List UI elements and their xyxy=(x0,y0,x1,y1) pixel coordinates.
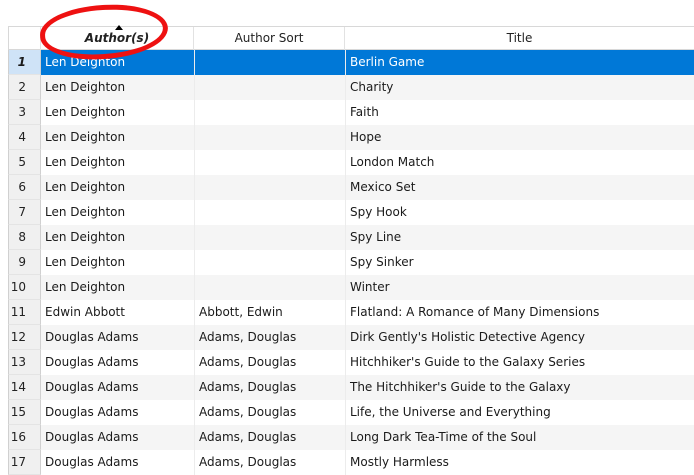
author-cell[interactable]: Len Deighton xyxy=(41,225,194,250)
row-number[interactable]: 7 xyxy=(8,200,41,225)
column-header-authors-label: Author(s) xyxy=(84,31,150,45)
row-number[interactable]: 5 xyxy=(8,150,41,175)
title-cell[interactable]: Spy Sinker xyxy=(345,250,694,275)
table-row[interactable]: 2 Len Deighton Charity xyxy=(8,75,694,100)
author-sort-cell[interactable]: Adams, Douglas xyxy=(194,425,345,450)
row-number[interactable]: 6 xyxy=(8,175,41,200)
author-sort-cell[interactable] xyxy=(194,100,345,125)
title-cell[interactable]: Faith xyxy=(345,100,694,125)
author-sort-cell[interactable] xyxy=(194,175,345,200)
table-row[interactable]: 8 Len Deighton Spy Line xyxy=(8,225,694,250)
author-sort-cell[interactable] xyxy=(194,75,345,100)
author-cell[interactable]: Douglas Adams xyxy=(41,400,194,425)
author-cell[interactable]: Len Deighton xyxy=(41,75,194,100)
author-cell[interactable]: Len Deighton xyxy=(41,175,194,200)
author-cell[interactable]: Len Deighton xyxy=(41,125,194,150)
title-cell[interactable]: Spy Hook xyxy=(345,200,694,225)
author-cell[interactable]: Len Deighton xyxy=(41,50,194,75)
column-header-author-sort-label: Author Sort xyxy=(234,31,304,45)
row-number[interactable]: 3 xyxy=(8,100,41,125)
table-row[interactable]: 14 Douglas Adams Adams, Douglas The Hitchhi… xyxy=(8,375,694,400)
row-number[interactable]: 4 xyxy=(8,125,41,150)
column-header-author-sort[interactable]: Author Sort xyxy=(194,27,345,50)
row-number[interactable]: 9 xyxy=(8,250,41,275)
author-sort-cell[interactable] xyxy=(194,200,345,225)
author-cell[interactable]: Douglas Adams xyxy=(41,325,194,350)
row-number[interactable]: 12 xyxy=(8,325,41,350)
author-sort-cell[interactable]: Adams, Douglas xyxy=(194,350,345,375)
title-cell[interactable]: Charity xyxy=(345,75,694,100)
author-cell[interactable]: Len Deighton xyxy=(41,100,194,125)
table-row[interactable]: 1 Len Deighton Berlin Game xyxy=(8,50,694,75)
row-number[interactable]: 10 xyxy=(8,275,41,300)
column-header-title[interactable]: Title xyxy=(345,27,694,50)
author-sort-cell[interactable]: Adams, Douglas xyxy=(194,325,345,350)
column-header-authors[interactable]: Author(s) xyxy=(41,25,194,50)
author-cell[interactable]: Edwin Abbott xyxy=(41,300,194,325)
title-cell[interactable]: Spy Line xyxy=(345,225,694,250)
title-cell[interactable]: Berlin Game xyxy=(345,50,694,75)
author-sort-cell[interactable] xyxy=(194,50,345,75)
author-cell[interactable]: Len Deighton xyxy=(41,275,194,300)
author-cell[interactable]: Douglas Adams xyxy=(41,375,194,400)
table-row[interactable]: 4 Len Deighton Hope xyxy=(8,125,694,150)
row-number[interactable]: 11 xyxy=(8,300,41,325)
table-row[interactable]: 5 Len Deighton London Match xyxy=(8,150,694,175)
author-sort-cell[interactable] xyxy=(194,125,345,150)
title-cell[interactable]: Winter xyxy=(345,275,694,300)
sort-ascending-icon xyxy=(115,25,123,30)
author-sort-cell[interactable] xyxy=(194,275,345,300)
title-cell[interactable]: Life, the Universe and Everything xyxy=(345,400,694,425)
author-sort-cell[interactable] xyxy=(194,225,345,250)
table-row[interactable]: 7 Len Deighton Spy Hook xyxy=(8,200,694,225)
title-cell[interactable]: Dirk Gently's Holistic Detective Agency xyxy=(345,325,694,350)
row-number[interactable]: 17 xyxy=(8,450,41,475)
table-row[interactable]: 11 Edwin Abbott Abbott, Edwin Flatland: A R… xyxy=(8,300,694,325)
title-cell[interactable]: The Hitchhiker's Guide to the Galaxy xyxy=(345,375,694,400)
table-row[interactable]: 3 Len Deighton Faith xyxy=(8,100,694,125)
title-cell[interactable]: Mexico Set xyxy=(345,175,694,200)
author-sort-cell[interactable] xyxy=(194,150,345,175)
table-row[interactable]: 10 Len Deighton Winter xyxy=(8,275,694,300)
book-table: Author(s) Author Sort Title 1 Len Deighto… xyxy=(0,0,694,475)
row-number[interactable]: 1 xyxy=(8,50,41,75)
title-cell[interactable]: Mostly Harmless xyxy=(345,450,694,475)
title-cell[interactable]: Hitchhiker's Guide to the Galaxy Series xyxy=(345,350,694,375)
table-row[interactable]: 17 Douglas Adams Adams, Douglas Mostly Harm… xyxy=(8,450,694,475)
author-cell[interactable]: Len Deighton xyxy=(41,150,194,175)
row-number[interactable]: 8 xyxy=(8,225,41,250)
table-row[interactable]: 15 Douglas Adams Adams, Douglas Life, the U… xyxy=(8,400,694,425)
author-cell[interactable]: Douglas Adams xyxy=(41,425,194,450)
author-cell[interactable]: Douglas Adams xyxy=(41,350,194,375)
author-cell[interactable]: Len Deighton xyxy=(41,200,194,225)
table-row[interactable]: 9 Len Deighton Spy Sinker xyxy=(8,250,694,275)
row-number-header[interactable] xyxy=(8,27,41,50)
author-sort-cell[interactable] xyxy=(194,250,345,275)
author-sort-cell[interactable]: Adams, Douglas xyxy=(194,450,345,475)
author-sort-cell[interactable]: Abbott, Edwin xyxy=(194,300,345,325)
row-number[interactable]: 16 xyxy=(8,425,41,450)
author-sort-cell[interactable]: Adams, Douglas xyxy=(194,400,345,425)
table-row[interactable]: 12 Douglas Adams Adams, Douglas Dirk Gently… xyxy=(8,325,694,350)
table-row[interactable]: 13 Douglas Adams Adams, Douglas Hitchhiker'… xyxy=(8,350,694,375)
table-row[interactable]: 16 Douglas Adams Adams, Douglas Long Dark T… xyxy=(8,425,694,450)
title-cell[interactable]: London Match xyxy=(345,150,694,175)
row-number[interactable]: 14 xyxy=(8,375,41,400)
table-body: 1 Len Deighton Berlin Game 2 Len Deighton Cha… xyxy=(8,50,694,475)
title-cell[interactable]: Hope xyxy=(345,125,694,150)
title-cell[interactable]: Long Dark Tea-Time of the Soul xyxy=(345,425,694,450)
row-number[interactable]: 13 xyxy=(8,350,41,375)
author-sort-cell[interactable]: Adams, Douglas xyxy=(194,375,345,400)
table-header: Author(s) Author Sort Title xyxy=(8,25,694,50)
row-number[interactable]: 2 xyxy=(8,75,41,100)
table-row[interactable]: 6 Len Deighton Mexico Set xyxy=(8,175,694,200)
author-cell[interactable]: Len Deighton xyxy=(41,250,194,275)
title-cell[interactable]: Flatland: A Romance of Many Dimensions xyxy=(345,300,694,325)
author-cell[interactable]: Douglas Adams xyxy=(41,450,194,475)
column-header-title-label: Title xyxy=(506,31,533,45)
row-number[interactable]: 15 xyxy=(8,400,41,425)
